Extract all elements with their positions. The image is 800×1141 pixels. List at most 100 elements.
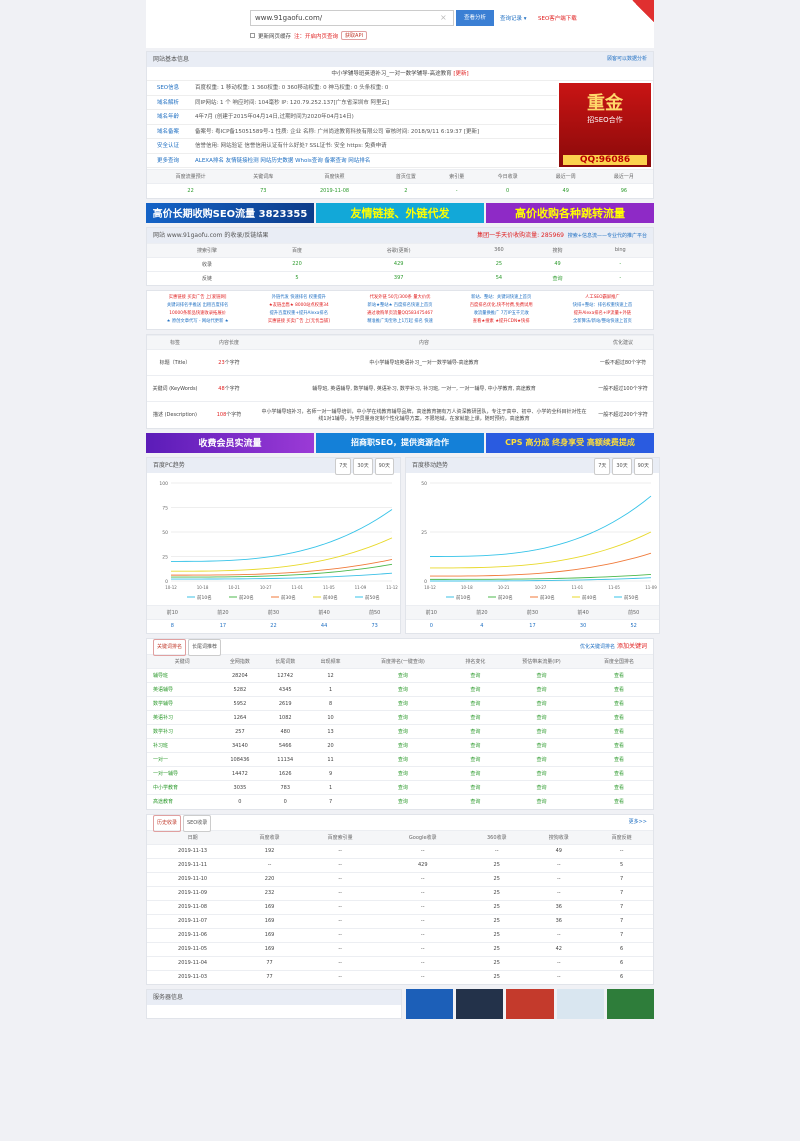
banner-2-a[interactable]: 收费会员实流量	[146, 432, 314, 453]
index-cell[interactable]: 429	[327, 256, 471, 271]
index-cell[interactable]: -	[587, 256, 653, 271]
index-cell[interactable]: 220	[266, 256, 328, 271]
kw-query-link[interactable]: 查看	[584, 752, 653, 767]
clear-icon[interactable]: ×	[440, 13, 447, 22]
basic-link[interactable]: 顾客可以数据分析	[607, 52, 647, 67]
kw-word[interactable]: 辅导班	[147, 668, 218, 683]
kw-query-link[interactable]: 查看	[584, 710, 653, 725]
search-button[interactable]: 查看分析	[456, 10, 494, 26]
text-link[interactable]: 精准推广淘宝秒上1万起 排名 快速	[349, 318, 450, 326]
kw-query-link[interactable]: 查询	[353, 794, 453, 809]
stats-cell[interactable]: 0	[478, 183, 537, 198]
banner-2[interactable]: 收费会员实流量 招商职SEO，提供资源合作 CPS 高分成 终身享受 高额续费提…	[146, 432, 654, 453]
banner-1[interactable]: 高价长期收购SEO流量 3823355 友情链接、外链代发 高价收购各种跳转流量	[146, 202, 654, 223]
text-link[interactable]: 通过收购单页流量QQ583475467	[349, 310, 450, 318]
kw-query-link[interactable]: 查询	[452, 668, 498, 683]
banner-1-a[interactable]: 高价长期收购SEO流量 3823355	[146, 202, 314, 223]
basic-row-content[interactable]: ALEXA排名 友情链接检测 网站历史数据 Whois查询 备案查询 网站排名	[189, 154, 370, 168]
bottom-ad-2[interactable]	[456, 989, 504, 1019]
banner-1-b[interactable]: 友情链接、外链代发	[316, 202, 484, 223]
hist-more-link[interactable]: 更多>>	[629, 815, 647, 830]
kw-query-link[interactable]: 查看	[584, 794, 653, 809]
bottom-ad-4[interactable]	[556, 989, 604, 1019]
kw-word[interactable]: 一对一辅导	[147, 766, 218, 781]
text-link[interactable]: 提升百度权重+提升Alexa排名	[248, 310, 349, 318]
bottom-ad-1[interactable]	[406, 989, 454, 1019]
kw-word[interactable]: 数学补习	[147, 724, 218, 739]
text-link[interactable]: 实惠链接 买卖广告 上[无忧当铺]	[248, 318, 349, 326]
kw-query-link[interactable]: 查询	[353, 752, 453, 767]
kw-tab-rank[interactable]: 关键词排名	[153, 639, 187, 656]
update-checkbox[interactable]	[250, 33, 255, 38]
kw-query-link[interactable]: 查询	[353, 668, 453, 683]
kw-query-link[interactable]: 查看	[584, 724, 653, 739]
kw-word[interactable]: 中小学教育	[147, 780, 218, 795]
index-cell[interactable]: -	[587, 270, 653, 285]
kw-query-link[interactable]: 查看	[584, 696, 653, 711]
kw-query-link[interactable]: 查询	[353, 682, 453, 697]
kw-query-link[interactable]: 查询	[452, 696, 498, 711]
banner-2-b[interactable]: 招商职SEO，提供资源合作	[316, 432, 484, 453]
index-tip2[interactable]: 搜索+信息流——专业代的推广平台	[568, 233, 647, 239]
text-link[interactable]: 全新算法/新站/整站快速上首页	[552, 318, 653, 326]
kw-add-link[interactable]: 添加关键词	[617, 643, 647, 650]
kw-query-link[interactable]: 查看	[584, 780, 653, 795]
kw-query-link[interactable]: 查询	[452, 724, 498, 739]
hist-tab-history[interactable]: 历史收录	[153, 814, 182, 832]
bottom-ad-5[interactable]	[606, 989, 655, 1019]
text-link[interactable]: 快排+整站：排名权重快速上首	[552, 302, 653, 310]
kw-query-link[interactable]: 查询	[497, 710, 585, 725]
index-cell[interactable]: 查询	[527, 270, 588, 285]
history-dropdown[interactable]: 查询记录 ▾	[500, 14, 527, 22]
text-link[interactable]: 百度排名优化,快不付费,免费试用	[451, 302, 552, 310]
update-link[interactable]: [更新]	[453, 71, 468, 77]
index-cell[interactable]: 25	[470, 256, 528, 271]
kw-query-link[interactable]: 查询	[452, 710, 498, 725]
kw-optimize-link[interactable]: 优化关键词排名	[580, 644, 615, 650]
kw-query-link[interactable]: 查询	[497, 696, 585, 711]
kw-query-link[interactable]: 查看	[584, 682, 653, 697]
ad-image[interactable]: 重金 招SEO合作 QQ:96086	[559, 83, 651, 167]
kw-query-link[interactable]: 查询	[497, 752, 585, 767]
text-link[interactable]: 代发外链 50元/300条 量大价优	[349, 294, 450, 302]
kw-query-link[interactable]: 查看	[584, 668, 653, 683]
kw-query-link[interactable]: 查询	[353, 710, 453, 725]
search-input[interactable]: www.91gaofu.com/	[250, 10, 454, 26]
stats-cell[interactable]: 2019-11-08	[292, 183, 377, 198]
hist-tab-seo[interactable]: SEO收录	[182, 814, 212, 832]
kw-word[interactable]: 英语辅导	[147, 682, 218, 697]
text-link[interactable]: 新站★整站★ 百度排名快速上首页	[349, 302, 450, 310]
index-cell[interactable]: 5	[266, 270, 328, 285]
kw-query-link[interactable]: 查询	[452, 794, 498, 809]
kw-query-link[interactable]: 查询	[452, 752, 498, 767]
kw-query-link[interactable]: 查询	[353, 766, 453, 781]
kw-query-link[interactable]: 查询	[497, 724, 585, 739]
kw-query-link[interactable]: 查询	[497, 668, 585, 683]
text-link[interactable]: 人工SEO霸屏推广	[552, 294, 653, 302]
kw-query-link[interactable]: 查看	[584, 766, 653, 781]
kw-query-link[interactable]: 查询	[497, 682, 585, 697]
kw-word[interactable]: 高途教育	[147, 794, 218, 809]
index-cell[interactable]: 49	[527, 256, 588, 271]
kw-word[interactable]: 一对一	[147, 752, 218, 767]
text-link[interactable]: 关键词排名手推送 出租百度排名	[147, 302, 248, 310]
kw-query-link[interactable]: 查询	[452, 766, 498, 781]
text-link[interactable]: 提升Alexa排名+IP流量+外链	[552, 310, 653, 318]
kw-query-link[interactable]: 查询	[452, 738, 498, 753]
stats-cell[interactable]: 22	[147, 183, 235, 198]
kw-query-link[interactable]: 查询	[353, 696, 453, 711]
kw-word[interactable]: 英语补习	[147, 710, 218, 725]
stats-cell[interactable]: 73	[234, 183, 293, 198]
kw-query-link[interactable]: 查看	[584, 738, 653, 753]
kw-query-link[interactable]: 查询	[452, 780, 498, 795]
text-link[interactable]: ★友链出售★ 8000站点权重34	[248, 302, 349, 310]
banner-1-c[interactable]: 高价收购各种跳转流量	[486, 202, 654, 223]
bottom-ad-3[interactable]	[506, 989, 554, 1019]
kw-query-link[interactable]: 查询	[497, 766, 585, 781]
kw-query-link[interactable]: 查询	[497, 780, 585, 795]
index-cell[interactable]: 54	[470, 270, 528, 285]
index-tip[interactable]: 集团一手天价收购流量: 285969	[477, 232, 564, 239]
seo-client-link[interactable]: SEO客户端下载	[538, 14, 577, 22]
kw-query-link[interactable]: 查询	[497, 738, 585, 753]
text-link[interactable]: 外链代发 快速排名 权重提升	[248, 294, 349, 302]
